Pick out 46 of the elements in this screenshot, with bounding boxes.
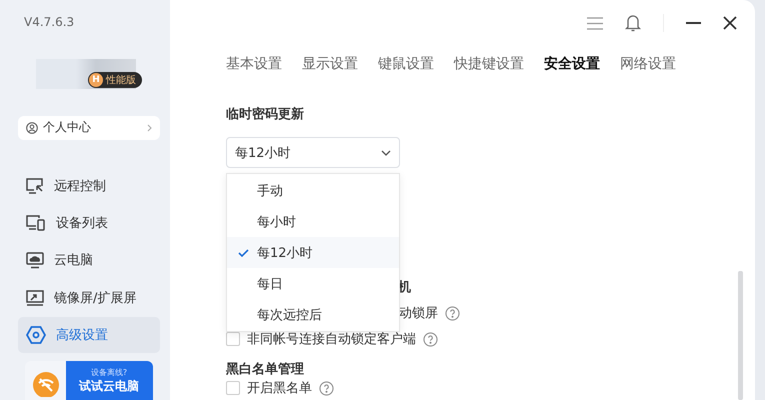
chevron-right-icon [147,124,152,132]
sidebar-item[interactable]: 云电脑 [18,242,160,278]
promo-caption: 设备离线? [90,366,128,378]
section-heading: 临时密码更新 [226,106,305,123]
interval-dropdown[interactable]: 每12小时 [226,137,400,168]
bell-icon[interactable] [625,14,641,32]
sidebar-item[interactable]: 镜像屏/扩展屏 [18,280,160,316]
dropdown-option[interactable]: 手动 [227,175,399,206]
tab[interactable]: 安全设置 [544,55,600,73]
promo-title: 试试云电脑 [79,378,139,395]
tab[interactable]: 网络设置 [620,55,676,73]
dropdown-option[interactable]: 每小时 [227,206,399,237]
sidebar-item[interactable]: 设备列表 [18,205,160,241]
settings-icon [26,326,46,344]
option-label: 开启黑名单 [247,380,312,397]
checkbox[interactable] [226,332,240,346]
sidebar-item[interactable]: 高级设置 [18,317,160,353]
chevron-down-icon [381,150,391,156]
option-label: 动锁屏 [399,305,438,322]
promo-banner[interactable]: 设备离线? 试试云电脑 [25,360,153,400]
tab[interactable]: 键鼠设置 [378,55,434,73]
sidebar-item[interactable]: 远程控制 [18,168,160,204]
user-icon [26,122,38,134]
dropdown-option[interactable]: 每12小时 [227,237,399,268]
checkbox[interactable] [226,381,240,395]
section-heading: 黑白名单管理 [226,361,305,378]
help-icon[interactable] [423,332,438,346]
profile-button[interactable]: 个人中心 [18,116,160,140]
monitor-cloud-icon [26,252,44,269]
dropdown-option[interactable]: 每次远控后 [227,299,399,330]
edition-badge: H 性能版 [88,72,142,88]
monitor-cursor-icon [26,178,44,194]
menu-icon[interactable] [587,16,603,30]
dropdown-option[interactable]: 每日 [227,268,399,299]
option-label: 非同帐号连接自动锁定客户端 [247,331,416,348]
tab[interactable]: 显示设置 [302,55,358,73]
tab[interactable]: 基本设置 [226,55,282,73]
version-label: V4.7.6.3 [24,15,76,29]
help-icon[interactable] [445,306,460,320]
help-icon[interactable] [319,380,334,396]
checkmark-icon [238,248,249,256]
scrollbar[interactable] [738,271,743,400]
screen-arrow-icon [26,290,44,306]
tab[interactable]: 快捷键设置 [454,55,524,73]
devices-icon [26,215,46,232]
close-icon[interactable] [723,16,737,30]
